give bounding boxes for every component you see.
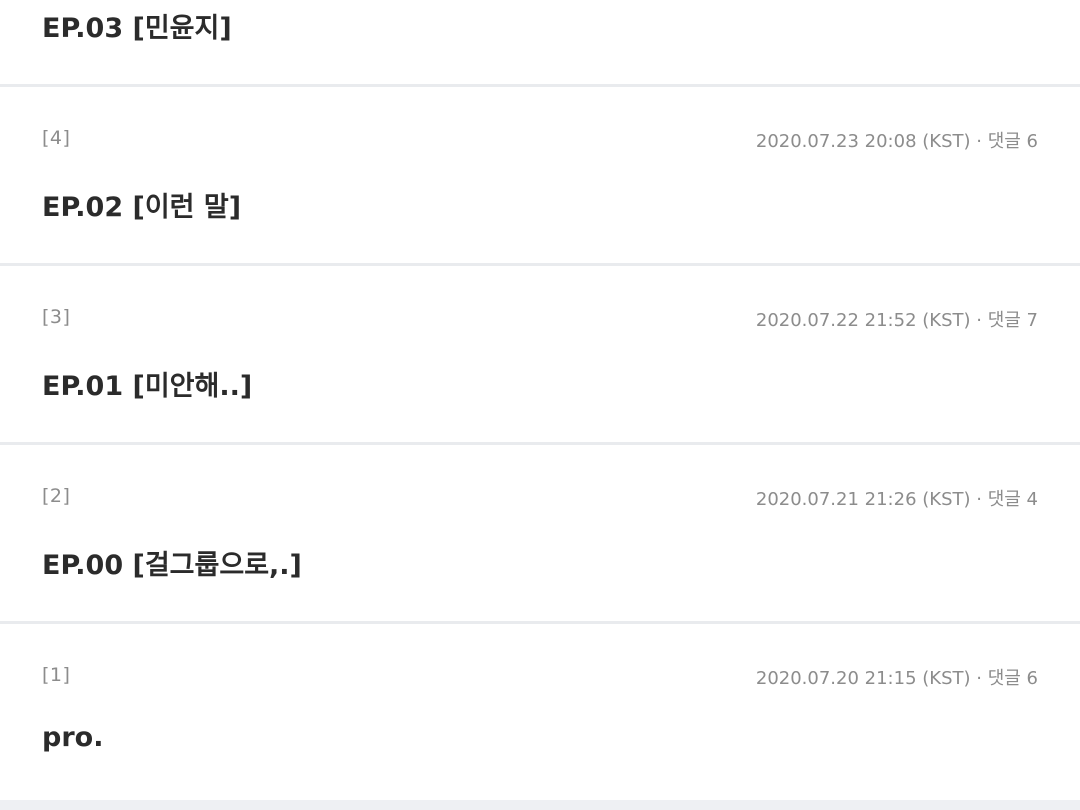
episode-meta: 2020.07.21 21:26 (KST) · 댓글 4 [756,485,1038,511]
meta-separator: · [970,131,988,152]
episode-number: [2] [42,485,71,507]
episode-number: [3] [42,306,71,328]
episode-title[interactable]: EP.01 [미안해..] [42,364,252,403]
episode-item-5[interactable]: EP.03 [민윤지] [0,0,1080,84]
episode-item-1[interactable]: [1] 2020.07.20 21:15 (KST) · 댓글 6 pro. [0,624,1080,800]
episode-item-3[interactable]: [3] 2020.07.22 21:52 (KST) · 댓글 7 EP.01 … [0,266,1080,442]
episode-title[interactable]: EP.03 [민윤지] [42,6,232,45]
meta-separator: · [970,668,988,689]
episode-title[interactable]: EP.02 [이런 말] [42,185,241,224]
meta-separator: · [970,489,988,510]
list-footer-band [0,800,1080,810]
comment-count[interactable]: 댓글 6 [988,131,1038,152]
episode-title[interactable]: EP.00 [걸그룹으로,.] [42,543,302,582]
episode-number: [1] [42,664,71,686]
episode-date: 2020.07.23 20:08 (KST) [755,131,971,152]
episode-meta: 2020.07.23 20:08 (KST) · 댓글 6 [756,127,1038,153]
comment-count[interactable]: 댓글 4 [988,489,1038,510]
episode-date: 2020.07.20 21:15 (KST) [755,668,971,689]
episode-meta: 2020.07.20 21:15 (KST) · 댓글 6 [756,664,1038,690]
comment-count[interactable]: 댓글 7 [988,310,1038,331]
episode-item-2[interactable]: [2] 2020.07.21 21:26 (KST) · 댓글 4 EP.00 … [0,445,1080,621]
comment-count[interactable]: 댓글 6 [988,668,1038,689]
meta-separator: · [970,310,988,331]
episode-meta: 2020.07.22 21:52 (KST) · 댓글 7 [756,306,1038,332]
episode-title[interactable]: pro. [42,722,103,753]
episode-number: [4] [42,127,71,149]
episode-date: 2020.07.22 21:52 (KST) [755,310,971,331]
episode-item-4[interactable]: [4] 2020.07.23 20:08 (KST) · 댓글 6 EP.02 … [0,87,1080,263]
episode-date: 2020.07.21 21:26 (KST) [755,489,971,510]
episode-list: EP.03 [민윤지] [4] 2020.07.23 20:08 (KST) ·… [0,0,1080,810]
